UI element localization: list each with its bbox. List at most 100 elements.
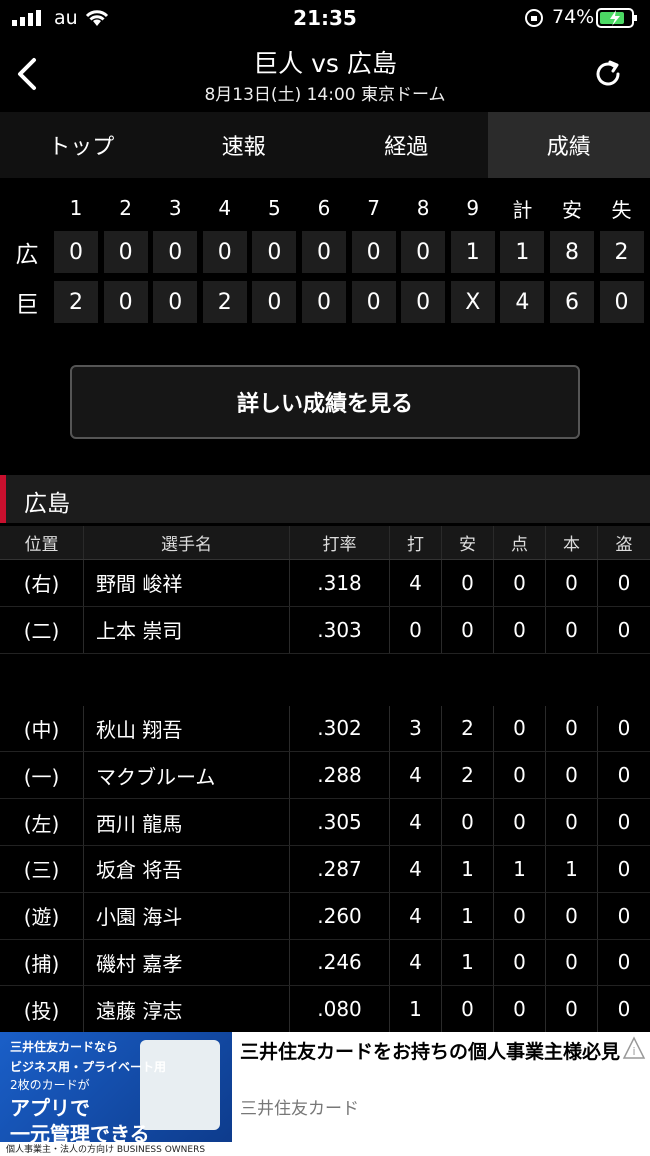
stat-cell: 0 bbox=[442, 986, 494, 1033]
table-row[interactable]: (二) 上本 崇司 .303 0 0 0 0 0 bbox=[0, 606, 650, 654]
stat-cell: 0 bbox=[617, 856, 631, 881]
table-row[interactable]: (一) マクブルーム .288 4 2 0 0 0 bbox=[0, 752, 650, 800]
player-position: (三) bbox=[0, 845, 84, 892]
view-detailed-stats-button[interactable]: 詳しい成績を見る bbox=[70, 365, 580, 439]
stat-cell: 4 bbox=[390, 799, 442, 845]
stat-cell: 3 bbox=[390, 705, 442, 752]
col-player-name: 選手名 bbox=[84, 526, 290, 559]
score-cell: X bbox=[450, 281, 495, 323]
stat-cell: 0 bbox=[617, 570, 631, 595]
stat-cell: 0 bbox=[494, 799, 546, 845]
ad-image-line: アプリで bbox=[10, 1096, 90, 1120]
score-cell: 0 bbox=[351, 231, 396, 273]
stat-cell: 4 bbox=[390, 939, 442, 986]
ad-image-footer: 個人事業主・法人の方向け BUSINESS OWNERS bbox=[0, 1142, 232, 1156]
stat-cell: 4 bbox=[390, 752, 442, 799]
player-average: .287 bbox=[290, 845, 390, 892]
table-row[interactable]: (三) 坂倉 将吾 .287 4 1 1 1 0 bbox=[0, 845, 650, 893]
table-row[interactable]: (左) 西川 龍馬 .305 4 0 0 0 0 bbox=[0, 799, 650, 846]
stat-cell: 4 bbox=[390, 892, 442, 939]
tab-stats[interactable]: 成績 bbox=[487, 112, 650, 178]
total-hits: 8 bbox=[549, 231, 594, 273]
table-row[interactable]: (中) 秋山 翔吾 .302 3 2 0 0 0 bbox=[0, 705, 650, 753]
team-name: 広島 bbox=[24, 491, 70, 517]
batting-header-row: 位置 選手名 打率 打 安 点 本 盗 bbox=[0, 526, 650, 560]
stat-cell: 1 bbox=[494, 845, 546, 892]
stat-cell: 0 bbox=[494, 752, 546, 799]
status-bar: au 21:35 74% bbox=[0, 0, 650, 36]
table-row[interactable]: (投) 遠藤 淳志 .080 1 0 0 0 0 bbox=[0, 986, 650, 1034]
table-row[interactable]: (遊) 小園 海斗 .260 4 1 0 0 0 bbox=[0, 892, 650, 940]
stat-cell: 1 bbox=[442, 939, 494, 986]
table-spacer-row bbox=[0, 654, 650, 706]
stat-cell: 0 bbox=[442, 799, 494, 845]
stat-cell: 0 bbox=[546, 560, 598, 606]
total-errors: 0 bbox=[599, 281, 644, 323]
player-name: 小園 海斗 bbox=[84, 892, 290, 939]
player-name: 坂倉 将吾 bbox=[84, 845, 290, 892]
stat-cell: 0 bbox=[546, 705, 598, 752]
scoreboard-row-away: 広 0 0 0 0 0 0 0 0 1 1 8 2 bbox=[0, 230, 650, 274]
player-position: (捕) bbox=[0, 939, 84, 986]
inning-6-header: 6 bbox=[317, 196, 331, 220]
player-position: (一) bbox=[0, 752, 84, 799]
stat-cell: 0 bbox=[546, 892, 598, 939]
game-datetime-venue: 8月13日(土) 14:00 東京ドーム bbox=[204, 85, 446, 105]
stat-cell: 0 bbox=[546, 939, 598, 986]
col-stolen-bases: 盗 bbox=[615, 535, 633, 555]
stat-cell: 0 bbox=[617, 716, 631, 741]
scoreboard: 1 2 3 4 5 6 7 8 9 計 安 失 広 0 0 0 0 0 0 0 … bbox=[0, 190, 650, 330]
stat-cell: 0 bbox=[617, 763, 631, 788]
stat-cell: 2 bbox=[442, 705, 494, 752]
stat-cell: 0 bbox=[617, 997, 631, 1022]
total-errors: 2 bbox=[599, 231, 644, 273]
tab-top[interactable]: トップ bbox=[0, 112, 163, 178]
table-row[interactable]: (右) 野間 峻祥 .318 4 0 0 0 0 bbox=[0, 560, 650, 607]
ad-image[interactable]: 三井住友カードなら ビジネス用・プライベート用 2枚のカードが アプリで 一元管… bbox=[0, 1032, 232, 1156]
stat-cell: 0 bbox=[617, 810, 631, 835]
ad-image-line: ビジネス用・プライベート用 bbox=[10, 1060, 167, 1074]
inning-7-header: 7 bbox=[367, 196, 380, 220]
stat-cell: 0 bbox=[546, 752, 598, 799]
inning-3-header: 3 bbox=[168, 196, 182, 220]
tab-live[interactable]: 速報 bbox=[163, 112, 326, 178]
team-section-header: 広島 bbox=[0, 475, 650, 523]
stat-cell: 0 bbox=[617, 903, 631, 928]
player-position: (左) bbox=[0, 799, 84, 845]
score-cell: 0 bbox=[351, 281, 396, 323]
stat-cell: 0 bbox=[494, 560, 546, 606]
inning-5-header: 5 bbox=[268, 196, 281, 220]
stat-cell: 1 bbox=[390, 986, 442, 1033]
ad-banner[interactable]: 三井住友カードなら ビジネス用・プライベート用 2枚のカードが アプリで 一元管… bbox=[0, 1032, 650, 1156]
ad-image-line: 三井住友カードなら bbox=[10, 1040, 119, 1054]
game-tabs: トップ 速報 経過 成績 bbox=[0, 112, 650, 178]
stat-cell: 0 bbox=[546, 799, 598, 845]
player-name: マクブルーム bbox=[84, 752, 290, 799]
team-abbr: 巨 bbox=[15, 292, 39, 318]
total-runs: 4 bbox=[500, 281, 545, 323]
player-name: 磯村 嘉孝 bbox=[84, 939, 290, 986]
page-title: 巨人 vs 広島 bbox=[253, 49, 397, 78]
tab-progress[interactable]: 経過 bbox=[325, 112, 488, 178]
col-rbi: 点 bbox=[494, 526, 546, 559]
reload-icon[interactable] bbox=[590, 56, 626, 92]
scoreboard-header: 1 2 3 4 5 6 7 8 9 計 安 失 bbox=[0, 190, 650, 226]
score-cell: 0 bbox=[202, 231, 247, 273]
score-cell: 0 bbox=[401, 281, 446, 323]
stat-cell: 0 bbox=[546, 986, 598, 1033]
score-cell: 0 bbox=[252, 231, 297, 273]
player-position: (遊) bbox=[0, 892, 84, 939]
rotation-lock-icon bbox=[525, 9, 543, 27]
game-header: 巨人 vs 広島 8月13日(土) 14:00 東京ドーム bbox=[0, 36, 650, 112]
battery-charging-icon bbox=[596, 8, 637, 28]
table-row[interactable]: (捕) 磯村 嘉孝 .246 4 1 0 0 0 bbox=[0, 939, 650, 987]
stat-cell: 1 bbox=[442, 892, 494, 939]
stat-cell: 0 bbox=[546, 606, 598, 653]
ad-info-icon[interactable]: i bbox=[622, 1036, 646, 1060]
stat-cell: 1 bbox=[546, 845, 598, 892]
ad-headline[interactable]: 三井住友カードをお持ちの個人事業主様必見 bbox=[240, 1040, 620, 1065]
player-average: .318 bbox=[290, 560, 390, 606]
stat-cell: 0 bbox=[494, 939, 546, 986]
inning-4-header: 4 bbox=[218, 196, 232, 220]
inning-2-header: 2 bbox=[119, 196, 132, 220]
